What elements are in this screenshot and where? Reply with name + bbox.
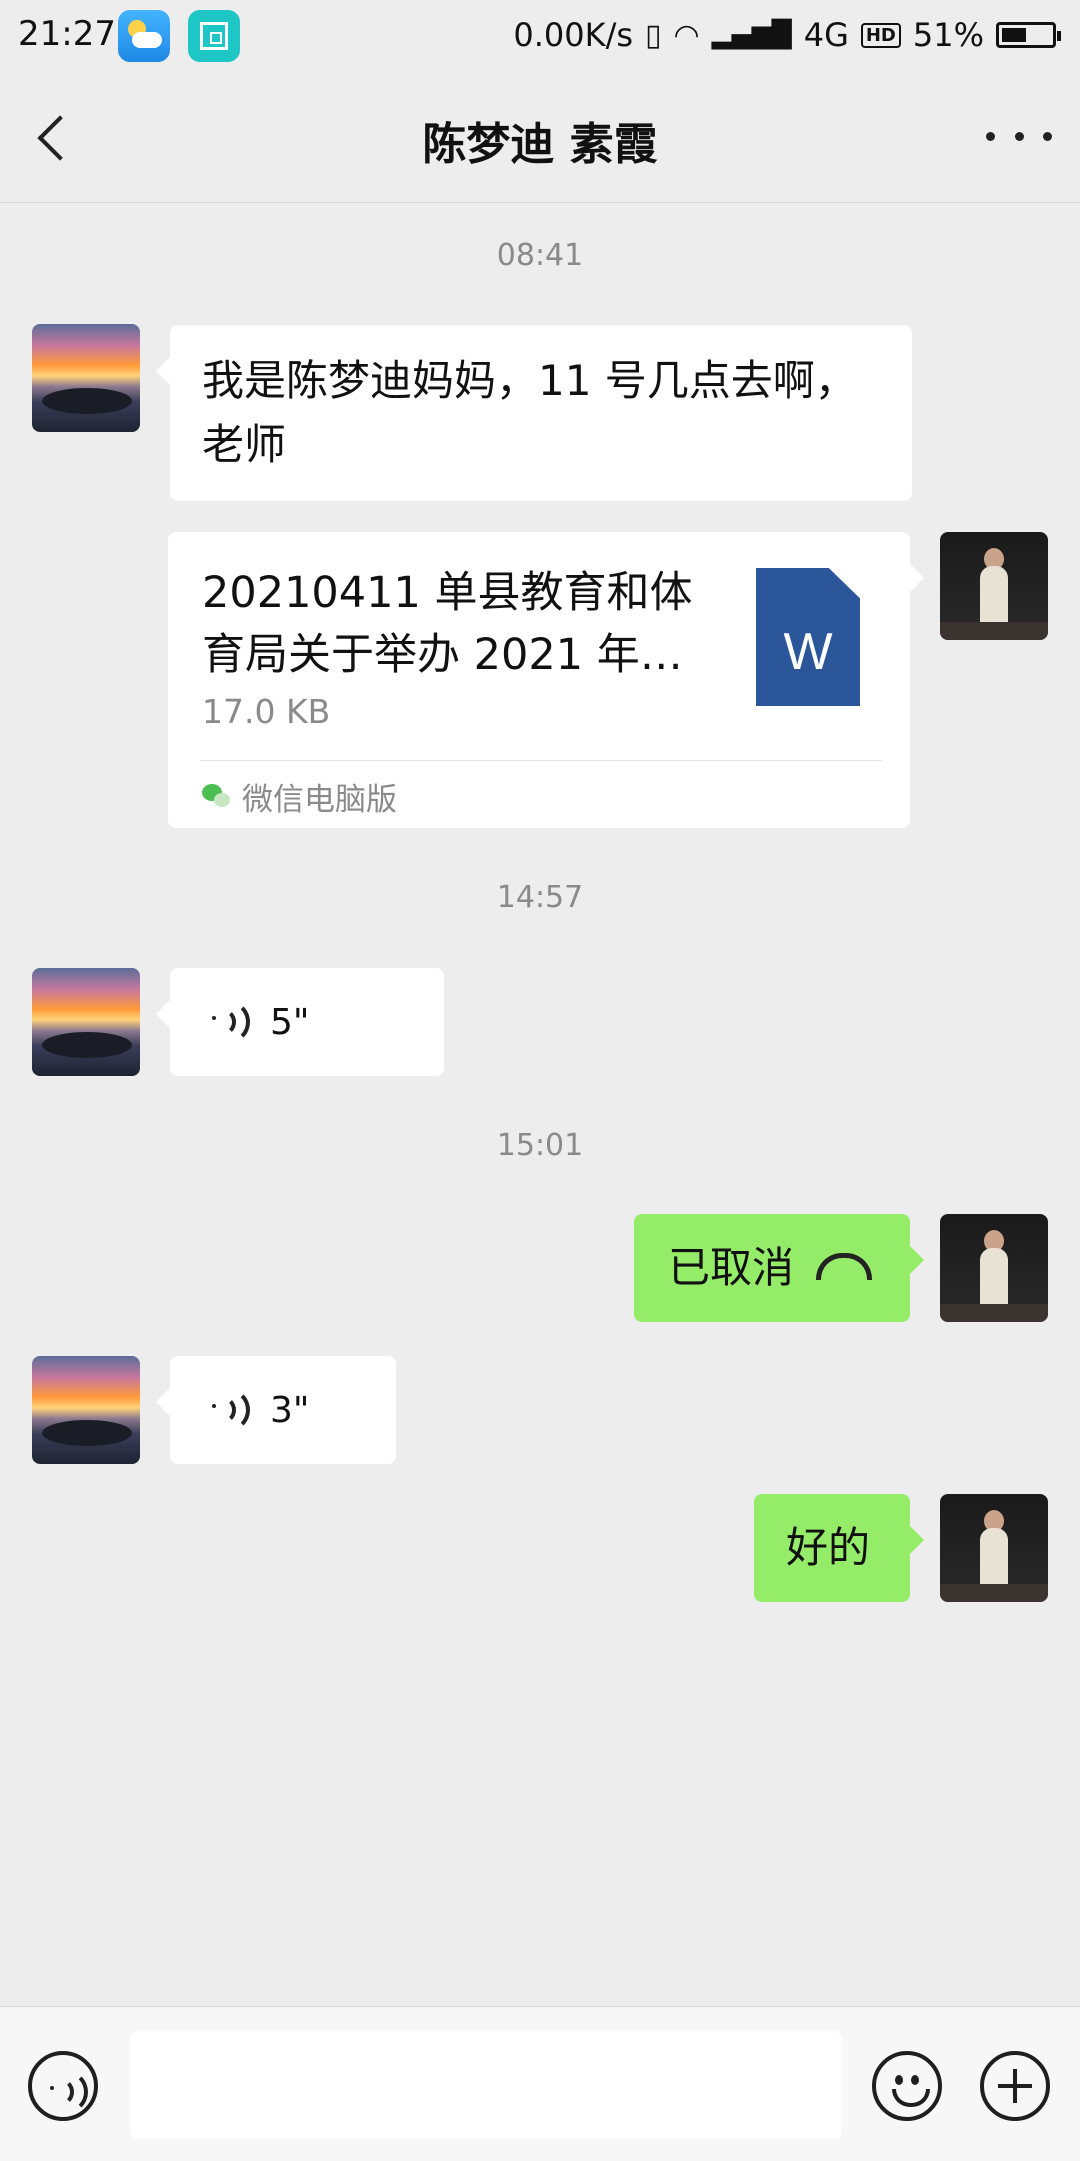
file-source-label: 微信电脑版 xyxy=(242,782,397,818)
more-dot-icon xyxy=(1043,131,1052,141)
my-avatar[interactable] xyxy=(940,1494,1048,1602)
wechat-icon xyxy=(202,783,232,810)
contact-avatar[interactable] xyxy=(32,1356,140,1464)
voice-message-bubble[interactable]: 3" xyxy=(156,1356,396,1464)
message-input[interactable] xyxy=(130,2031,842,2139)
call-status-text: 已取消 xyxy=(668,1243,795,1292)
voice-input-button[interactable] xyxy=(28,2051,98,2121)
file-size: 17.0 KB xyxy=(202,692,331,731)
message-text: 好的 xyxy=(786,1523,871,1572)
voice-wave-icon xyxy=(212,1000,252,1044)
word-icon-letter: W xyxy=(783,623,833,681)
more-dot-icon xyxy=(986,131,995,141)
scan-app-icon xyxy=(188,10,240,62)
file-name: 20210411 单县教育和体育局关于举办 2021 年… xyxy=(202,568,693,680)
message-timestamp: 15:01 xyxy=(496,1128,584,1163)
battery-percent: 51% xyxy=(912,16,984,54)
network-type: 4G xyxy=(803,16,849,54)
hang-up-icon xyxy=(816,1253,873,1280)
vibrate-icon: ▯ xyxy=(645,17,662,53)
my-avatar[interactable] xyxy=(940,1214,1048,1322)
file-source: 微信电脑版 xyxy=(202,774,397,819)
message-bubble-outgoing[interactable]: 好的 xyxy=(754,1494,924,1602)
net-speed: 0.00K/s xyxy=(513,16,634,54)
message-bubble-incoming[interactable]: 我是陈梦迪妈妈，11 号几点去啊，老师 xyxy=(156,325,912,501)
more-options-button[interactable] xyxy=(986,116,1052,156)
hd-icon: HD xyxy=(860,22,901,48)
status-right-group: 0.00K/s ▯ ◠ ▂▄▆█ 4G HD 51% xyxy=(513,12,1061,58)
file-card-divider xyxy=(200,760,882,761)
chat-input-bar xyxy=(0,2006,1080,2161)
call-status: 已取消 xyxy=(668,1236,873,1300)
emoji-button[interactable] xyxy=(872,2051,942,2121)
my-avatar[interactable] xyxy=(940,532,1048,640)
call-cancelled-bubble[interactable]: 已取消 xyxy=(634,1214,924,1322)
wifi-icon: ◠ xyxy=(673,17,700,53)
word-document-icon: W xyxy=(756,568,860,706)
voice-wave-icon xyxy=(212,1388,252,1432)
weather-app-icon xyxy=(118,10,170,62)
status-time: 21:27 xyxy=(18,14,116,54)
file-message-card[interactable]: 20210411 单县教育和体育局关于举办 2021 年… 17.0 KB W … xyxy=(168,532,924,828)
voice-duration: 5" xyxy=(270,1001,310,1043)
chat-header: 陈梦迪 素霞 xyxy=(0,72,1080,203)
signal-icon: ▂▄▆█ xyxy=(711,20,792,50)
voice-duration: 3" xyxy=(270,1389,310,1431)
message-timestamp: 08:41 xyxy=(496,238,584,273)
battery-icon xyxy=(996,22,1061,48)
voice-wave-icon xyxy=(50,2070,90,2114)
more-functions-button[interactable] xyxy=(980,2051,1050,2121)
message-timestamp: 14:57 xyxy=(496,880,584,915)
message-text: 我是陈梦迪妈妈，11 号几点去啊，老师 xyxy=(202,356,857,469)
status-bar: 21:27 0.00K/s ▯ ◠ ▂▄▆█ 4G HD 51% xyxy=(0,0,1080,72)
chat-title: 陈梦迪 素霞 xyxy=(422,119,658,170)
voice-message-bubble[interactable]: 5" xyxy=(156,968,444,1076)
contact-avatar[interactable] xyxy=(32,968,140,1076)
contact-avatar[interactable] xyxy=(32,324,140,432)
more-dot-icon xyxy=(1014,131,1024,141)
